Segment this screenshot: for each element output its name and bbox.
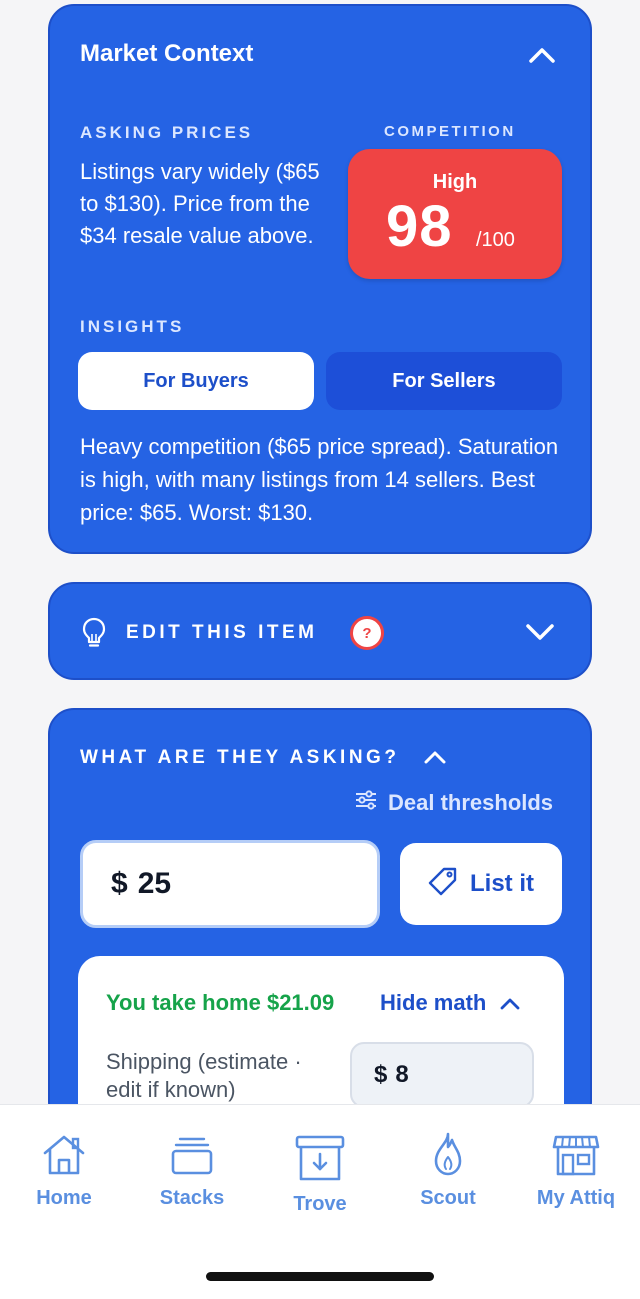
asking-prices-label: ASKING PRICES xyxy=(80,123,254,142)
competition-label: COMPETITION xyxy=(384,123,516,140)
store-icon xyxy=(512,1133,640,1177)
shipping-input[interactable]: $ 8 xyxy=(350,1042,534,1108)
home-indicator-area xyxy=(0,1244,640,1299)
stacks-icon xyxy=(128,1135,256,1177)
tab-home-label: Home xyxy=(36,1187,92,1209)
insights-label: INSIGHTS xyxy=(80,317,185,336)
tab-scout[interactable]: Scout xyxy=(384,1131,512,1210)
deal-thresholds-label: Deal thresholds xyxy=(388,790,554,815)
list-it-label: List it xyxy=(470,870,534,897)
collapse-asking-chevron-icon[interactable] xyxy=(424,750,446,764)
tab-stacks-label: Stacks xyxy=(159,1187,225,1209)
insight-text: Heavy competition ($65 price spread). Sa… xyxy=(80,434,559,525)
tab-for-buyers[interactable]: For Buyers xyxy=(78,352,314,410)
tab-my-attiq[interactable]: My Attiq xyxy=(512,1133,640,1210)
shipping-currency: $ xyxy=(374,1061,388,1088)
market-context-card: Market Context ASKING PRICES Listings va… xyxy=(48,4,592,554)
tab-trove-label: Trove xyxy=(293,1193,347,1215)
competition-level: High xyxy=(432,171,478,193)
list-it-button[interactable]: List it xyxy=(400,843,562,925)
trove-icon xyxy=(256,1135,384,1183)
tab-my-attiq-label: My Attiq xyxy=(536,1187,616,1209)
deal-thresholds-link[interactable]: Deal thresholds xyxy=(354,790,553,816)
tab-trove[interactable]: Trove xyxy=(256,1135,384,1216)
edit-item-card[interactable]: EDIT THIS ITEM ? xyxy=(48,582,592,680)
tab-home[interactable]: Home xyxy=(0,1133,128,1210)
sliders-icon xyxy=(354,790,378,816)
asking-price-value: 25 xyxy=(137,867,172,900)
market-context-title: Market Context xyxy=(80,40,254,67)
competition-score: 98 xyxy=(386,194,453,259)
take-home-amount: You take home $21.09 xyxy=(106,990,335,1015)
asking-price-input[interactable]: $ 25 xyxy=(80,840,380,928)
lightbulb-icon xyxy=(82,617,106,654)
asking-title: WHAT ARE THEY ASKING? xyxy=(80,747,400,768)
tab-for-sellers[interactable]: For Sellers xyxy=(326,352,562,410)
tag-icon xyxy=(428,866,458,903)
hide-math-label: Hide math xyxy=(380,990,487,1015)
edit-item-title: EDIT THIS ITEM xyxy=(126,622,318,643)
competition-score-badge: High 98 /100 xyxy=(348,149,562,279)
competition-max: /100 xyxy=(476,229,515,251)
shipping-label: Shipping (estimate · edit if known) xyxy=(106,1049,302,1102)
asking-price-card: WHAT ARE THEY ASKING? Deal thresholds $ … xyxy=(48,708,592,1156)
bottom-tab-bar: Home Stacks Trove Scout My Attiq xyxy=(0,1104,640,1244)
tab-stacks[interactable]: Stacks xyxy=(128,1135,256,1210)
tab-scout-label: Scout xyxy=(420,1187,476,1209)
home-icon xyxy=(0,1133,128,1177)
help-icon[interactable]: ? xyxy=(350,616,384,650)
expand-chevron-down-icon[interactable] xyxy=(526,624,554,640)
hide-math-toggle[interactable]: Hide math xyxy=(380,990,520,1016)
shipping-value: 8 xyxy=(395,1061,409,1088)
currency-symbol: $ xyxy=(111,867,128,900)
flame-icon xyxy=(384,1131,512,1177)
asking-prices-text: Listings vary widely ($65 to $130). Pric… xyxy=(80,159,320,248)
collapse-chevron-up-icon[interactable] xyxy=(529,47,555,63)
home-indicator[interactable] xyxy=(206,1272,434,1281)
chevron-up-icon xyxy=(500,990,520,1016)
